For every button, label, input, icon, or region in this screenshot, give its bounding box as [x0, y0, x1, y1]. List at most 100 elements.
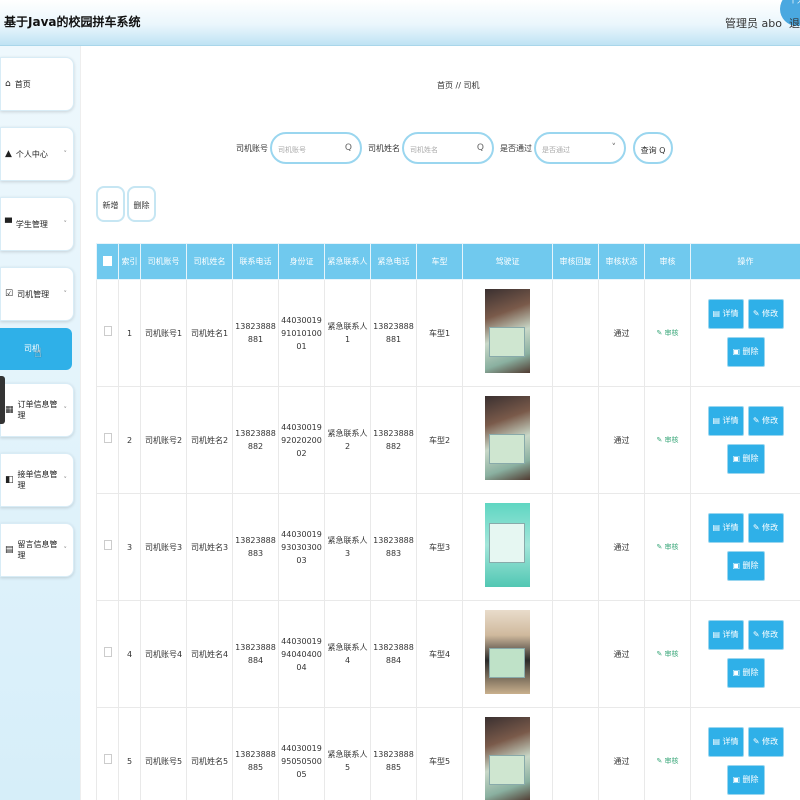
sidebar-item-0[interactable]: ⌂ 首页: [0, 57, 74, 111]
license-image[interactable]: [485, 396, 530, 480]
review-link[interactable]: ✎ 审核: [656, 543, 678, 551]
sidebar-item-label: 首页: [14, 79, 31, 89]
delete-button[interactable]: ▣ 删除: [726, 658, 765, 688]
admin-label: 管理员 abo: [725, 17, 782, 30]
cell-ops: ▤ 详情 ✎ 修改 ▣ 删除: [690, 279, 800, 387]
cell-review: ✎ 审核: [644, 386, 691, 494]
driver-table: 索引 司机账号 司机姓名 联系电话 身份证 紧急联系人 紧急电话 车型 驾驶证 审核回复 审核状态审…: [96, 243, 800, 800]
cell-license: [462, 707, 553, 800]
detail-button[interactable]: ▤ 详情: [707, 406, 744, 436]
cell-contact: 紧急联系人2: [324, 386, 371, 494]
cell-review: ✎ 审核: [644, 493, 691, 601]
cell-contact: 紧急联系人4: [324, 600, 371, 708]
license-image[interactable]: [485, 610, 530, 694]
license-image[interactable]: [485, 289, 530, 373]
edit-button[interactable]: ✎ 修改: [747, 727, 784, 757]
chevron-down-icon: ˅: [63, 546, 68, 554]
cell-emergency-phone: 13823888881: [370, 279, 417, 387]
pass-select[interactable]: 是否通过 ˅: [534, 132, 626, 164]
sidebar-item-2[interactable]: ▀ 学生管理 ˅: [0, 197, 74, 251]
row-checkbox[interactable]: [96, 707, 119, 800]
name-search-input[interactable]: 司机姓名 Q: [402, 132, 494, 164]
sidebar-item-label: 学生管理: [15, 219, 48, 229]
cell-car: 车型3: [416, 493, 463, 601]
detail-button[interactable]: ▤ 详情: [707, 727, 744, 757]
edit-button[interactable]: ✎ 修改: [747, 513, 784, 543]
sidebar-item-label: 留言信息管理: [17, 540, 58, 560]
detail-button[interactable]: ▤ 详情: [707, 299, 744, 329]
sidebar-item-6[interactable]: ▤ 留言信息管理 ˅: [0, 523, 74, 577]
pass-label: 是否通过: [500, 144, 532, 153]
sidebar-item-4[interactable]: ▦ 订单信息管理 ˅: [0, 383, 74, 437]
batch-delete-button[interactable]: 删除: [127, 186, 156, 222]
row-checkbox[interactable]: [96, 279, 119, 387]
delete-button[interactable]: ▣ 删除: [726, 551, 765, 581]
student-icon: ▀: [5, 219, 12, 229]
detail-button[interactable]: ▤ 详情: [707, 620, 744, 650]
logout-link[interactable]: 退: [789, 15, 800, 31]
cell-index: 3: [118, 493, 141, 601]
driver-icon: ☑: [5, 289, 14, 299]
cell-reply: [552, 386, 599, 494]
cell-ops: ▤ 详情 ✎ 修改 ▣ 删除: [690, 707, 800, 800]
cell-reply: [552, 600, 599, 708]
cell-reply: [552, 707, 599, 800]
add-button[interactable]: 新增: [96, 186, 125, 222]
cell-license: [462, 279, 553, 387]
review-link[interactable]: ✎ 审核: [656, 650, 678, 658]
cell-emergency-phone: 13823888885: [370, 707, 417, 800]
account-search-input[interactable]: 司机账号 Q: [270, 132, 362, 164]
cell-emergency-phone: 13823888883: [370, 493, 417, 601]
cell-contact: 紧急联系人3: [324, 493, 371, 601]
cell-phone: 13823888885: [232, 707, 279, 800]
delete-button[interactable]: ▣ 删除: [726, 444, 765, 474]
cell-car: 车型4: [416, 600, 463, 708]
sidebar-item-3[interactable]: ☑ 司机管理 ˅: [0, 267, 74, 321]
license-image[interactable]: [485, 503, 530, 587]
row-checkbox[interactable]: [96, 386, 119, 494]
cell-reply: [552, 493, 599, 601]
column-header: 司机账号: [140, 243, 187, 280]
cell-name: 司机姓名2: [186, 386, 233, 494]
chevron-down-icon: ˅: [63, 290, 68, 298]
cell-emergency-phone: 13823888882: [370, 386, 417, 494]
cell-status: 通过: [598, 707, 645, 800]
review-link[interactable]: ✎ 审核: [656, 757, 678, 765]
cell-account: 司机账号4: [140, 600, 187, 708]
chevron-down-icon: ˅: [63, 476, 68, 484]
query-button[interactable]: 查询 Q: [633, 132, 673, 164]
cell-account: 司机账号5: [140, 707, 187, 800]
column-header: 驾驶证: [462, 243, 553, 280]
sidebar-item-5[interactable]: ◧ 接单信息管理 ˅: [0, 453, 74, 507]
column-header: 审核状态: [598, 243, 645, 280]
cell-ops: ▤ 详情 ✎ 修改 ▣ 删除: [690, 600, 800, 708]
search-bar: 司机账号 司机账号 Q 司机姓名 司机姓名 Q 是否通过 是否通过 ˅ 查询 Q: [0, 131, 800, 167]
edit-button[interactable]: ✎ 修改: [747, 620, 784, 650]
delete-button[interactable]: ▣ 删除: [726, 765, 765, 795]
sidebar-item-label: 订单信息管理: [17, 400, 58, 420]
cell-phone: 13823888883: [232, 493, 279, 601]
review-link[interactable]: ✎ 审核: [656, 329, 678, 337]
pointer-cursor-icon: ☝: [34, 346, 42, 361]
cell-name: 司机姓名4: [186, 600, 233, 708]
edit-button[interactable]: ✎ 修改: [747, 299, 784, 329]
sidebar-item-label: 司机管理: [17, 289, 50, 299]
cell-status: 通过: [598, 600, 645, 708]
review-link[interactable]: ✎ 审核: [656, 436, 678, 444]
cell-license: [462, 386, 553, 494]
cell-ops: ▤ 详情 ✎ 修改 ▣ 删除: [690, 493, 800, 601]
search-icon: Q: [476, 143, 484, 153]
row-checkbox[interactable]: [96, 600, 119, 708]
app-title: 基于Java的校园拼车系统: [4, 15, 141, 29]
column-header: 审核回复: [552, 243, 599, 280]
column-header: 紧急电话: [370, 243, 417, 280]
row-checkbox[interactable]: [96, 493, 119, 601]
license-image[interactable]: [485, 717, 530, 800]
select-all-checkbox[interactable]: [96, 243, 119, 280]
order-icon: ▦: [5, 405, 14, 415]
delete-button[interactable]: ▣ 删除: [726, 337, 765, 367]
edit-button[interactable]: ✎ 修改: [747, 406, 784, 436]
detail-button[interactable]: ▤ 详情: [707, 513, 744, 543]
column-header: 联系电话: [232, 243, 279, 280]
sidebar-scroll-handle[interactable]: [0, 376, 5, 424]
